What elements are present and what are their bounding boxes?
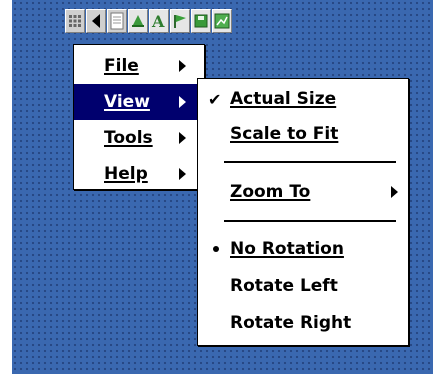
svg-text:A: A [151,12,165,30]
text-a-icon[interactable]: A [149,9,169,33]
menu-item-tools[interactable]: Tools [74,120,204,156]
right-edge [433,0,445,386]
menu-item-view[interactable]: View [74,84,204,120]
menu-item-file[interactable]: File [74,48,204,84]
menu-item-zoom-to[interactable]: Zoom To [198,177,408,207]
menu-item-label: Tools [104,128,153,148]
view-submenu: ✔ Actual Size Scale to Fit Zoom To No Ro… [197,78,409,346]
flag-icon[interactable] [170,9,190,33]
menu-item-scale-to-fit[interactable]: Scale to Fit [198,119,408,149]
menu-item-help[interactable]: Help [74,156,204,192]
menu-item-no-rotation[interactable]: No Rotation [198,234,408,264]
submenu-arrow-icon [179,96,186,108]
radio-bullet-icon [213,246,219,252]
menu-item-label: Zoom To [230,182,311,202]
main-menu: File View Tools Help [73,44,205,190]
menu-item-label: Rotate Left [230,276,338,296]
map-icon[interactable] [212,9,232,33]
menu-item-label: Help [104,164,148,184]
menu-item-actual-size[interactable]: ✔ Actual Size [198,84,408,114]
submenu-arrow-icon [179,168,186,180]
menu-item-rotate-left[interactable]: Rotate Left [198,271,408,301]
menu-item-rotate-right[interactable]: Rotate Right [198,308,408,338]
menu-separator [224,220,396,222]
submenu-arrow-icon [391,186,398,198]
back-arrow-icon[interactable] [86,9,106,33]
checkmark-icon: ✔ [208,89,222,109]
draw-icon[interactable] [128,9,148,33]
menu-item-label: Actual Size [230,89,337,109]
submenu-arrow-icon [179,132,186,144]
menu-item-label: No Rotation [230,239,344,259]
toolbar: A [65,4,232,38]
submenu-arrow-icon [179,60,186,72]
page-icon[interactable] [107,9,127,33]
save-icon[interactable] [191,9,211,33]
menu-separator [224,161,396,163]
menu-item-label: Rotate Right [230,313,352,333]
menu-item-label: Scale to Fit [230,124,339,144]
menu-item-label: File [104,56,139,76]
grid-icon[interactable] [65,9,85,33]
menu-item-label: View [104,92,150,112]
